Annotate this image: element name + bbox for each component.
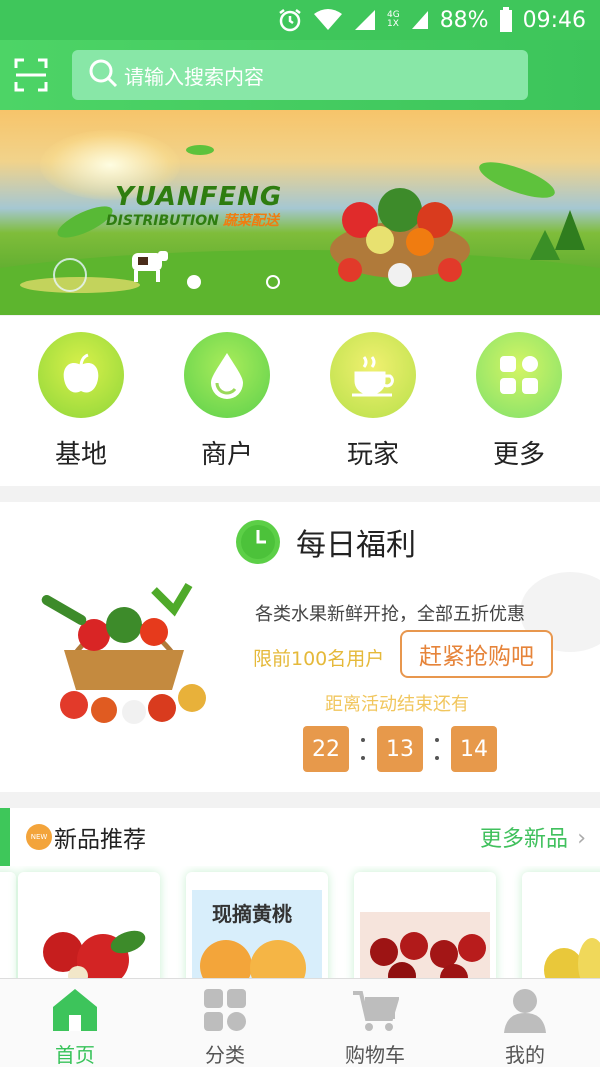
app-header: 请输入搜索内容 bbox=[0, 40, 600, 110]
daily-description: 各类水果新鲜开抢，全部五折优惠 bbox=[255, 604, 525, 625]
cart-icon bbox=[351, 987, 400, 1037]
quick-nav-base[interactable]: 基地 bbox=[11, 332, 151, 486]
daily-deals: 每日福利 各类水果新鲜开抢，全部五折优惠 限前100名用户 赶紧抢购吧 距离活动… bbox=[0, 502, 600, 792]
buy-now-button[interactable]: 赶紧抢购吧 bbox=[400, 630, 553, 678]
quick-nav-player[interactable]: 玩家 bbox=[303, 332, 443, 486]
quick-nav-label: 玩家 bbox=[346, 440, 399, 470]
quick-nav-merchant[interactable]: 商户 bbox=[157, 332, 297, 486]
countdown-hours: 22 bbox=[303, 726, 349, 772]
section-accent-bar bbox=[0, 808, 10, 866]
product-image-pears bbox=[544, 938, 600, 978]
countdown-separator bbox=[349, 726, 377, 772]
quick-nav-more[interactable]: 更多 bbox=[449, 332, 589, 486]
tab-category[interactable]: 分类 bbox=[150, 979, 300, 1067]
scan-icon[interactable] bbox=[14, 58, 48, 92]
product-image-dates bbox=[360, 912, 490, 978]
tab-profile[interactable]: 我的 bbox=[450, 979, 600, 1067]
product-card[interactable] bbox=[354, 872, 496, 978]
tab-label: 我的 bbox=[505, 1043, 545, 1067]
search-icon bbox=[88, 58, 118, 93]
banner-brand: YUANFENG bbox=[115, 182, 283, 212]
pagination-dot[interactable] bbox=[266, 275, 280, 289]
search-input[interactable]: 请输入搜索内容 bbox=[72, 50, 528, 100]
product-card[interactable] bbox=[522, 872, 600, 978]
quick-nav: 基地 商户 玩家 更多 bbox=[0, 316, 600, 486]
countdown-separator bbox=[423, 726, 451, 772]
wifi-icon bbox=[313, 8, 343, 32]
countdown-minutes: 13 bbox=[377, 726, 423, 772]
chevron-right-icon[interactable]: › bbox=[577, 826, 586, 851]
new-badge-icon: NEW bbox=[26, 824, 52, 850]
drop-icon bbox=[184, 332, 270, 418]
daily-limit: 限前100名用户 bbox=[253, 648, 385, 670]
countdown-seconds: 14 bbox=[451, 726, 497, 772]
product-card[interactable] bbox=[18, 872, 160, 978]
fruit-basket-image bbox=[41, 582, 206, 724]
alarm-icon bbox=[277, 7, 303, 33]
signal-icon bbox=[410, 9, 430, 31]
status-bar: 4G 1X 88% 09:46 bbox=[0, 0, 600, 40]
network-type: 4G 1X bbox=[387, 11, 400, 29]
daily-title-text: 每日福利 bbox=[296, 528, 416, 563]
home-icon bbox=[51, 987, 99, 1037]
battery-icon bbox=[499, 7, 513, 33]
bottom-tab-bar: 首页 分类 购物车 我的 bbox=[0, 978, 600, 1067]
tab-label: 分类 bbox=[205, 1043, 245, 1067]
tab-cart[interactable]: 购物车 bbox=[300, 979, 450, 1067]
clock-time: 09:46 bbox=[522, 7, 586, 33]
signal-icon bbox=[353, 8, 377, 32]
new-products-list: 现摘黄桃 bbox=[0, 866, 600, 978]
tree-icon bbox=[530, 210, 585, 260]
sim-label: 1X bbox=[386, 19, 399, 29]
profile-icon bbox=[502, 987, 548, 1037]
pagination-dot-active[interactable] bbox=[187, 275, 201, 289]
apple-icon bbox=[38, 332, 124, 418]
more-new-products-link[interactable]: 更多新品 bbox=[480, 821, 568, 853]
clock-icon bbox=[236, 520, 280, 564]
quick-nav-label: 基地 bbox=[54, 440, 107, 470]
countdown-timer: 22 13 14 bbox=[303, 726, 497, 772]
daily-title: 每日福利 bbox=[236, 520, 416, 564]
product-card[interactable] bbox=[0, 872, 16, 978]
tab-label: 首页 bbox=[55, 1043, 95, 1067]
countdown-label: 距离活动结束还有 bbox=[325, 694, 469, 715]
category-icon bbox=[202, 987, 248, 1037]
banner-pagination bbox=[0, 275, 600, 289]
product-caption: 现摘黄桃 bbox=[212, 902, 292, 926]
quick-nav-label: 更多 bbox=[492, 440, 545, 470]
banner-brand-en: DISTRIBUTION bbox=[106, 213, 219, 229]
grid-icon bbox=[476, 332, 562, 418]
promo-banner[interactable]: YUANFENG DISTRIBUTION 蔬菜配送 bbox=[0, 110, 600, 315]
vegetable-basket-image bbox=[330, 188, 470, 287]
banner-brand-cn: 蔬菜配送 bbox=[222, 213, 279, 229]
tab-home[interactable]: 首页 bbox=[0, 979, 150, 1067]
tab-label: 购物车 bbox=[345, 1043, 405, 1067]
quick-nav-label: 商户 bbox=[200, 440, 253, 470]
search-placeholder: 请输入搜索内容 bbox=[124, 64, 264, 89]
product-image-apples bbox=[43, 930, 146, 978]
new-products-header: NEW 新品推荐 更多新品 › bbox=[0, 808, 600, 866]
new-products-title: 新品推荐 bbox=[54, 827, 146, 853]
battery-percent: 88% bbox=[439, 7, 489, 33]
banner-brand-sub: DISTRIBUTION 蔬菜配送 bbox=[106, 210, 279, 230]
product-card[interactable]: 现摘黄桃 bbox=[186, 872, 328, 978]
coffee-icon bbox=[330, 332, 416, 418]
